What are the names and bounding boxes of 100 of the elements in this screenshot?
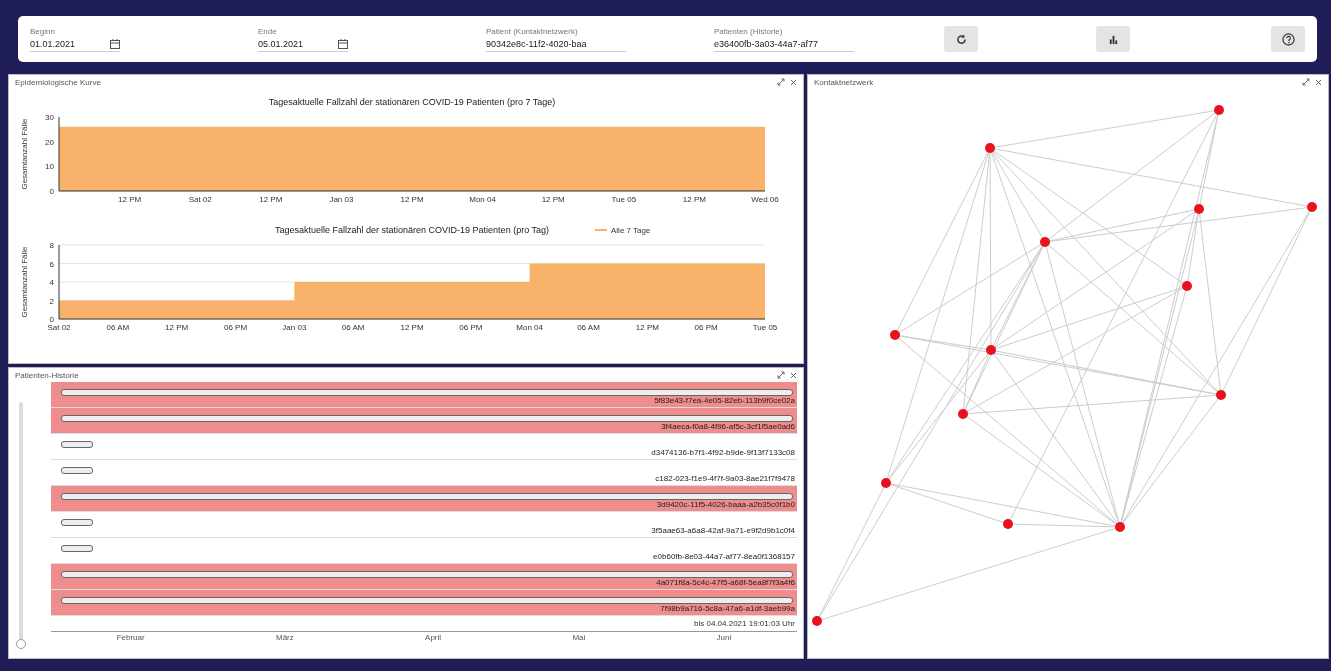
tick-label: 06 AM <box>341 323 365 332</box>
tick-label: 0 <box>49 187 54 196</box>
stay-bar <box>61 467 93 474</box>
tick-label: Tue 05 <box>611 195 637 204</box>
input-field[interactable]: e36400fb-3a03-44a7-af77 <box>714 38 854 52</box>
stay-bar <box>61 441 93 448</box>
chart-title: Tagesaktuelle Fallzahl der stationären COVID-19 Patienten (pro Tag) <box>275 225 549 235</box>
tick-label: 4 <box>49 278 54 287</box>
close-icon[interactable] <box>1315 78 1322 86</box>
patient-id: 4a071f8a-5c4c-47f5-a68f-5ea8f7f3a4f6 <box>656 578 796 589</box>
tick-label: Sat 02 <box>47 323 71 332</box>
tick-label: 6 <box>49 259 54 269</box>
calendar-icon[interactable] <box>110 38 120 49</box>
patient-id: 3f5aae63-a6a8-42af-9a71-e9f2d9b1c0f4 <box>651 526 796 537</box>
patient-id: e0b60fb-8e03-44a7-af77-8ea0f1368157 <box>653 552 796 563</box>
close-icon[interactable] <box>790 78 797 86</box>
month-label: Februar <box>116 633 145 642</box>
field-label: Ende <box>258 26 278 36</box>
legend-label: Alle 7 Tage <box>611 226 651 235</box>
chart-title: Tagesaktuelle Fallzahl der stationären COVID-19 Patienten (pro 7 Tage) <box>268 97 556 107</box>
panel-title: Kontaktnetzwerk <box>814 77 874 87</box>
network-node[interactable] <box>812 616 822 626</box>
highlighted-row[interactable]: 5f83e43-f7ea-4e05-82eb-113b9f0ce02a <box>51 382 797 408</box>
month-label: April <box>425 633 442 642</box>
close-icon[interactable] <box>790 371 797 379</box>
tick-label: 12 PM <box>541 195 565 204</box>
tick-label: 12 PM <box>118 195 142 204</box>
slider-thumb[interactable] <box>16 639 26 649</box>
chart-legend: Alle 7 Tage <box>594 226 651 235</box>
expand-icon[interactable] <box>1302 78 1310 86</box>
network-node[interactable] <box>1307 202 1317 212</box>
tick-label: 12 PM <box>400 323 424 332</box>
network-node[interactable] <box>1003 519 1013 529</box>
tick-label: 06 AM <box>577 323 600 332</box>
network-node[interactable] <box>890 330 900 340</box>
tick-label: 0 <box>49 315 54 324</box>
tick-label: Tue 05 <box>752 323 778 332</box>
expand-icon[interactable] <box>777 371 785 379</box>
patient-id: c182-023-f1e9-4f7f-9a03-8ae21f7f9478 <box>655 474 796 485</box>
patient-id: d3474136-b7f1-4f92-b9de-9f13f7133c08 <box>651 448 796 459</box>
help-icon <box>1281 32 1295 46</box>
network-node[interactable] <box>985 143 995 153</box>
timeline-row[interactable]: d3474136-b7f1-4f92-b9de-9f13f7133c08 <box>51 434 797 460</box>
tick-label: 06 PM <box>694 323 718 332</box>
network-node[interactable] <box>1182 281 1192 291</box>
input-field[interactable]: 05.01.2021 <box>258 38 348 52</box>
tick-label: Mon 04 <box>469 195 496 204</box>
field-label: Patienten (Historie) <box>714 26 784 36</box>
tick-label: 06 PM <box>459 323 483 332</box>
network-node[interactable] <box>1194 204 1204 214</box>
axis-label: Gesamtanzahl Fälle <box>20 246 29 318</box>
network-node[interactable] <box>881 478 891 488</box>
refresh-button[interactable] <box>944 26 978 52</box>
highlighted-row[interactable]: 4a071f8a-5c4c-47f5-a68f-5ea8f7f3a4f6 <box>51 564 797 590</box>
expand-icon[interactable] <box>777 78 785 86</box>
month-label: Juni <box>716 633 732 642</box>
panel-title: Epidemiologische Kurve <box>15 77 101 87</box>
tick-label: Mon 04 <box>516 323 543 332</box>
bar-chart-icon <box>1107 33 1119 45</box>
month-label: Mai <box>572 633 586 642</box>
network-node[interactable] <box>1115 522 1125 532</box>
tick-label: 12 PM <box>682 195 706 204</box>
field-label: Beginn <box>30 26 56 36</box>
patient-id: 7f98b9a716-5c8a-47a6-a1df-3aeb99a <box>660 604 796 615</box>
chart-button[interactable] <box>1096 26 1130 52</box>
tick-label: Jan 03 <box>329 195 354 204</box>
tick-label: Sat 02 <box>188 195 212 204</box>
tick-label: 12 PM <box>259 195 283 204</box>
input-field[interactable]: 01.01.2021 <box>30 38 120 52</box>
tick-label: 12 PM <box>635 323 659 332</box>
tick-label: 30 <box>45 113 54 122</box>
month-label: März <box>276 633 294 642</box>
refresh-icon <box>955 33 967 45</box>
panel-title: Patienten-Historie <box>15 370 79 380</box>
patient-id: 3d9420c-11f5-4026-baaa-a2b35c0f1b0 <box>656 500 796 511</box>
timeline-row[interactable]: 3f5aae63-a6a8-42af-9a71-e9f2d9b1c0f4 <box>51 512 797 538</box>
timeline-date: bis 04.04.2021 19:01:03 Uhr <box>693 618 796 630</box>
tick-label: 12 PM <box>165 323 189 332</box>
tick-label: 20 <box>45 137 54 147</box>
highlighted-row[interactable]: 3d9420c-11f5-4026-baaa-a2b35c0f1b0 <box>51 486 797 512</box>
network-node[interactable] <box>1214 105 1224 115</box>
highlighted-row[interactable]: 7f98b9a716-5c8a-47a6-a1df-3aeb99a <box>51 590 797 616</box>
calendar-icon[interactable] <box>338 38 348 49</box>
stay-bar <box>61 545 93 552</box>
tick-label: 2 <box>49 296 54 306</box>
field-label: Patient (Kontaktnetzwerk) <box>486 26 579 36</box>
tick-label: 8 <box>49 241 54 250</box>
tick-label: 10 <box>45 162 54 172</box>
input-field[interactable]: 90342e8c-11f2-4020-baa <box>486 38 626 52</box>
network-node[interactable] <box>986 345 996 355</box>
axis-label: Gesamtanzahl Fälle <box>20 118 29 190</box>
help-button[interactable] <box>1271 26 1305 52</box>
network-node[interactable] <box>958 409 968 419</box>
network-node[interactable] <box>1216 390 1226 400</box>
tick-label: Wed 06 <box>751 195 779 204</box>
patient-id: 5f83e43-f7ea-4e05-82eb-113b9f0ce02a <box>654 396 796 407</box>
tick-label: Jan 03 <box>282 323 307 332</box>
network-node[interactable] <box>1040 237 1050 247</box>
highlighted-row[interactable]: 3f4aeca-f0a8-4f96-af5c-3cf1f5ae0ad6 <box>51 408 797 434</box>
tick-label: 12 PM <box>400 195 424 204</box>
